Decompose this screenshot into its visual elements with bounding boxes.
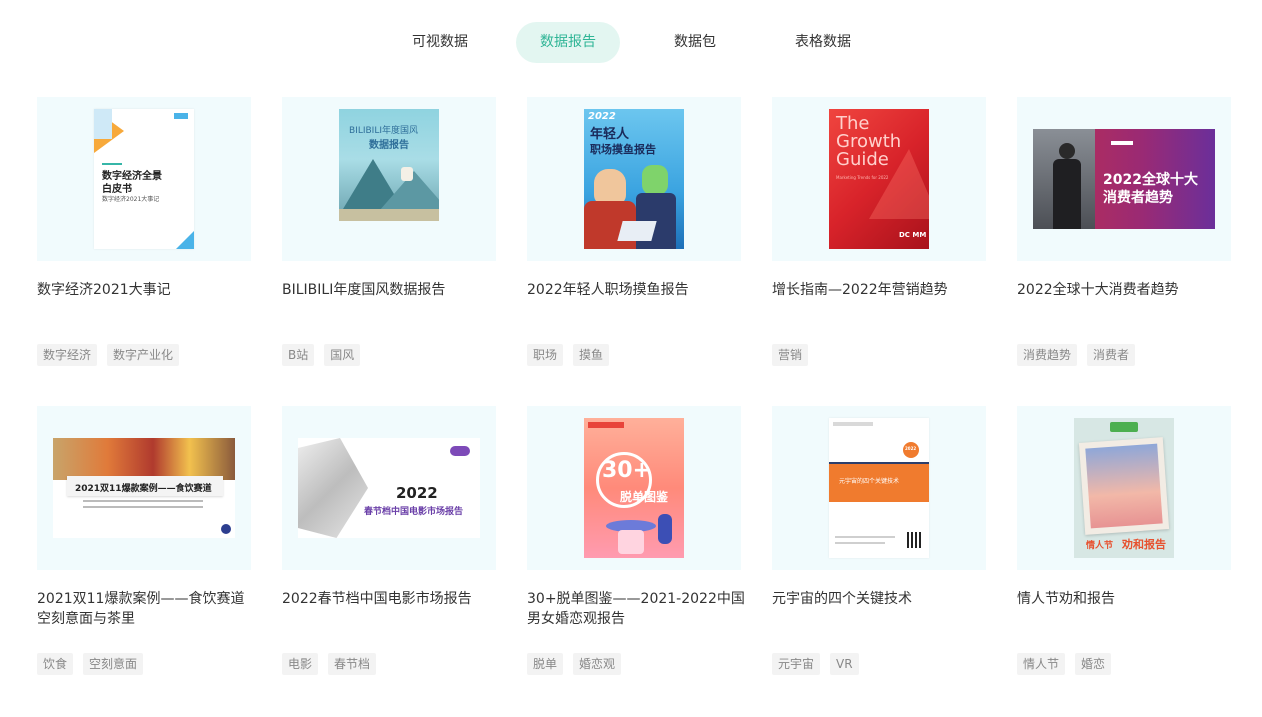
tab-visual-data[interactable]: 可视数据 bbox=[392, 22, 488, 63]
report-thumbnail[interactable]: The Growth Guide Marketing Trends for 20… bbox=[772, 97, 986, 261]
report-thumbnail[interactable]: 30+ 脱单图鉴 bbox=[527, 406, 741, 570]
tag[interactable]: 国风 bbox=[324, 344, 361, 366]
tag-list: B站 国风 bbox=[282, 344, 361, 366]
report-title[interactable]: BILIBILI年度国风数据报告 bbox=[282, 280, 500, 300]
report-title[interactable]: 2022春节档中国电影市场报告 bbox=[282, 589, 500, 609]
tag[interactable]: B站 bbox=[282, 344, 315, 366]
report-thumbnail[interactable]: 2022 年轻人 职场摸鱼报告 bbox=[527, 97, 741, 261]
tag[interactable]: 摸鱼 bbox=[573, 344, 610, 366]
report-cover-image: 数字经济全景 白皮书 数字经济2021大事记 bbox=[94, 109, 194, 249]
tab-table-data[interactable]: 表格数据 bbox=[774, 22, 872, 63]
tag[interactable]: 消费者 bbox=[1087, 344, 1136, 366]
report-title[interactable]: 2021双11爆款案例——食饮赛道空刻意面与茶里 bbox=[37, 589, 255, 629]
report-title[interactable]: 情人节劝和报告 bbox=[1017, 589, 1235, 609]
report-thumbnail[interactable]: 数字经济全景 白皮书 数字经济2021大事记 bbox=[37, 97, 251, 261]
report-cover-image: 30+ 脱单图鉴 bbox=[584, 418, 684, 558]
tag[interactable]: 数字经济 bbox=[37, 344, 98, 366]
report-cover-image: 2021双11爆款案例——食饮赛道 bbox=[53, 438, 235, 538]
tag-list: 数字经济 数字产业化 bbox=[37, 344, 180, 366]
report-title[interactable]: 2022年轻人职场摸鱼报告 bbox=[527, 280, 745, 300]
report-thumbnail[interactable]: 2022 元宇宙的四个关键技术 bbox=[772, 406, 986, 570]
tag[interactable]: 饮食 bbox=[37, 653, 74, 675]
tag[interactable]: 婚恋观 bbox=[573, 653, 622, 675]
report-title[interactable]: 2022全球十大消费者趋势 bbox=[1017, 280, 1235, 300]
category-tabs: 可视数据 数据报告 数据包 表格数据 bbox=[0, 22, 1262, 63]
tag-list: 电影 春节档 bbox=[282, 653, 377, 675]
report-title[interactable]: 增长指南—2022年营销趋势 bbox=[772, 280, 990, 300]
tag[interactable]: 数字产业化 bbox=[107, 344, 180, 366]
report-cover-image: 情人节 劝和报告 bbox=[1074, 418, 1174, 558]
report-cover-image: 2022 年轻人 职场摸鱼报告 bbox=[584, 109, 684, 249]
report-title[interactable]: 数字经济2021大事记 bbox=[37, 280, 255, 300]
tag[interactable]: 营销 bbox=[772, 344, 809, 366]
report-cover-image: 2022全球十大 消费者趋势 bbox=[1033, 129, 1215, 229]
tag[interactable]: 空刻意面 bbox=[83, 653, 144, 675]
tab-data-reports[interactable]: 数据报告 bbox=[516, 22, 620, 63]
report-thumbnail[interactable]: BILIBILI年度国风 数据报告 bbox=[282, 97, 496, 261]
report-thumbnail[interactable]: 2021双11爆款案例——食饮赛道 bbox=[37, 406, 251, 570]
tag-list: 营销 bbox=[772, 344, 809, 366]
report-cover-image: BILIBILI年度国风 数据报告 bbox=[339, 109, 439, 221]
tag[interactable]: 电影 bbox=[282, 653, 319, 675]
tag-list: 情人节 婚恋 bbox=[1017, 653, 1112, 675]
tag-list: 元宇宙 VR bbox=[772, 653, 859, 675]
report-cover-image: 2022 春节档中国电影市场报告 bbox=[298, 438, 480, 538]
report-title[interactable]: 元宇宙的四个关键技术 bbox=[772, 589, 990, 609]
tag-list: 职场 摸鱼 bbox=[527, 344, 610, 366]
report-thumbnail[interactable]: 2022 春节档中国电影市场报告 bbox=[282, 406, 496, 570]
tag[interactable]: 脱单 bbox=[527, 653, 564, 675]
report-thumbnail[interactable]: 2022全球十大 消费者趋势 bbox=[1017, 97, 1231, 261]
tag[interactable]: VR bbox=[830, 653, 859, 675]
tab-data-packages[interactable]: 数据包 bbox=[650, 22, 740, 63]
tag[interactable]: 婚恋 bbox=[1075, 653, 1112, 675]
tag-list: 饮食 空刻意面 bbox=[37, 653, 144, 675]
report-cover-image: The Growth Guide Marketing Trends for 20… bbox=[829, 109, 929, 249]
report-thumbnail[interactable]: 情人节 劝和报告 bbox=[1017, 406, 1231, 570]
report-cover-image: 2022 元宇宙的四个关键技术 bbox=[829, 418, 929, 558]
tag[interactable]: 元宇宙 bbox=[772, 653, 821, 675]
report-title[interactable]: 30+脱单图鉴——2021-2022中国男女婚恋观报告 bbox=[527, 589, 745, 629]
tag-list: 脱单 婚恋观 bbox=[527, 653, 622, 675]
tag[interactable]: 职场 bbox=[527, 344, 564, 366]
tag-list: 消费趋势 消费者 bbox=[1017, 344, 1136, 366]
tag[interactable]: 春节档 bbox=[328, 653, 377, 675]
tag[interactable]: 消费趋势 bbox=[1017, 344, 1078, 366]
tag[interactable]: 情人节 bbox=[1017, 653, 1066, 675]
